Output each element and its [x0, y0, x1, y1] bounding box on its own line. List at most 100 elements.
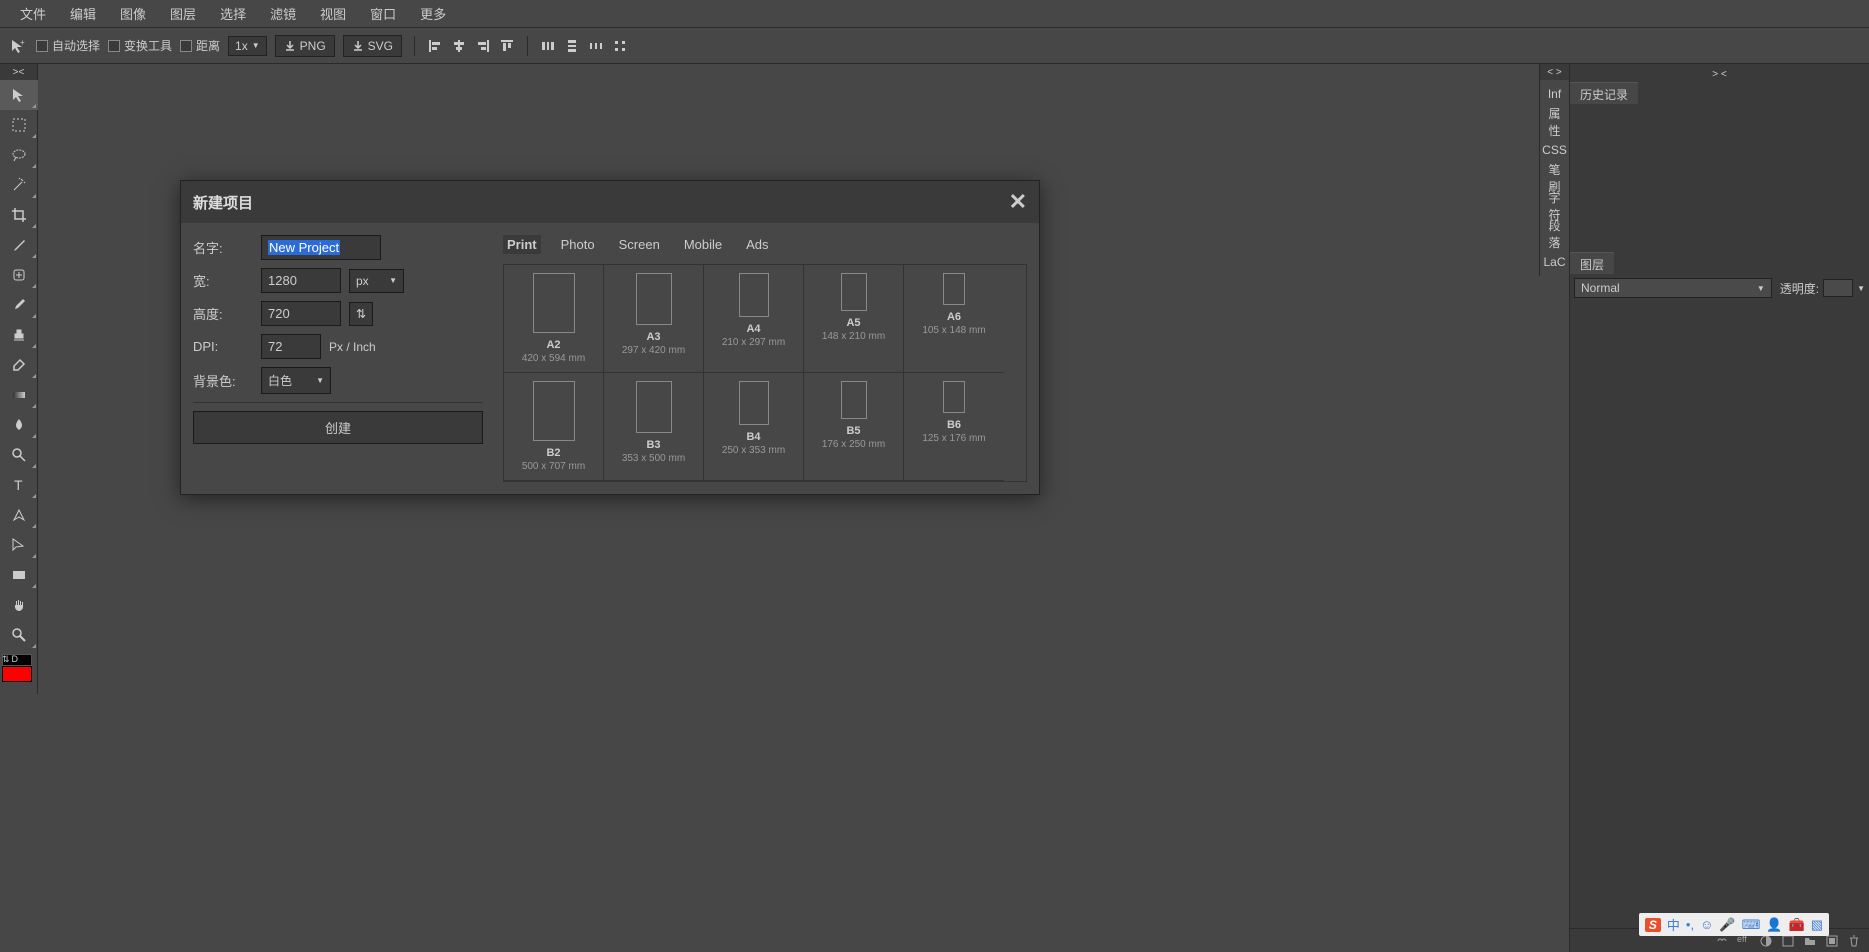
preset-b3[interactable]: B3353 x 500 mm: [604, 373, 704, 481]
gradient-tool[interactable]: [0, 380, 38, 410]
opacity-dropdown-icon[interactable]: ▼: [1857, 284, 1865, 293]
distribute-space-v-icon[interactable]: [612, 38, 628, 54]
blur-tool[interactable]: [0, 410, 38, 440]
dpi-input[interactable]: 72: [261, 334, 321, 359]
export-png-button[interactable]: PNG: [275, 35, 335, 57]
lasso-tool[interactable]: [0, 140, 38, 170]
delete-layer-icon[interactable]: [1847, 934, 1861, 948]
distance-checkbox[interactable]: 距离: [180, 37, 220, 54]
panel-tab-character[interactable]: 字符: [1540, 192, 1569, 220]
ime-lang[interactable]: 中: [1667, 915, 1680, 934]
ime-voice-icon[interactable]: 🎤: [1719, 917, 1735, 933]
panel-tab-info[interactable]: Inf: [1540, 80, 1569, 108]
hand-tool[interactable]: [0, 590, 38, 620]
preset-tab-mobile[interactable]: Mobile: [680, 235, 726, 254]
height-input[interactable]: 720: [261, 301, 341, 326]
path-select-tool[interactable]: [0, 530, 38, 560]
move-tool[interactable]: [0, 80, 38, 110]
dialog-title: 新建项目: [193, 192, 253, 213]
align-top-icon[interactable]: [499, 38, 515, 54]
history-panel-handle[interactable]: > <: [1570, 69, 1869, 80]
brush-tool[interactable]: [0, 290, 38, 320]
foreground-color-swatch[interactable]: [2, 666, 32, 682]
distribute-h-icon[interactable]: [540, 38, 556, 54]
distribute-space-h-icon[interactable]: [588, 38, 604, 54]
swap-dimensions-button[interactable]: ⇅: [349, 302, 373, 326]
preset-a6[interactable]: A6105 x 148 mm: [904, 265, 1004, 373]
width-input[interactable]: 1280: [261, 268, 341, 293]
ime-person-icon[interactable]: 👤: [1766, 917, 1782, 933]
distribute-v-icon[interactable]: [564, 38, 580, 54]
toolbar-collapse-handle[interactable]: ><: [0, 64, 37, 80]
ime-settings-icon[interactable]: ▧: [1811, 917, 1823, 933]
dialog-close-button[interactable]: ✕: [1009, 189, 1027, 215]
ime-keyboard-icon[interactable]: ⌨: [1742, 917, 1761, 933]
menu-layer[interactable]: 图层: [158, 0, 208, 27]
menu-file[interactable]: 文件: [8, 0, 58, 27]
ime-toolbox-icon[interactable]: 🧰: [1789, 917, 1805, 933]
preset-tab-print[interactable]: Print: [503, 235, 541, 254]
ime-bar[interactable]: S 中 •, ☺ 🎤 ⌨ 👤 🧰 ▧: [1639, 913, 1829, 936]
preset-a2[interactable]: A2420 x 594 mm: [504, 265, 604, 373]
color-swatches[interactable]: ⇅D: [0, 654, 38, 694]
panel-tab-properties[interactable]: 属性: [1540, 108, 1569, 136]
preset-a5[interactable]: A5148 x 210 mm: [804, 265, 904, 373]
preset-name: B5: [808, 425, 899, 437]
menu-view[interactable]: 视图: [308, 0, 358, 27]
menu-more[interactable]: 更多: [408, 0, 458, 27]
eyedropper-tool[interactable]: [0, 230, 38, 260]
preset-thumb: [636, 273, 672, 325]
eraser-tool[interactable]: [0, 350, 38, 380]
move-tool-icon: +: [8, 36, 28, 56]
ime-punct-icon[interactable]: •,: [1686, 917, 1694, 932]
auto-select-checkbox[interactable]: 自动选择: [36, 37, 100, 54]
preset-b4[interactable]: B4250 x 353 mm: [704, 373, 804, 481]
export-svg-button[interactable]: SVG: [343, 35, 402, 57]
preset-a4[interactable]: A4210 x 297 mm: [704, 265, 804, 373]
preset-b6[interactable]: B6125 x 176 mm: [904, 373, 1004, 481]
preset-name: A3: [608, 331, 699, 343]
crop-tool[interactable]: [0, 200, 38, 230]
text-tool[interactable]: T: [0, 470, 38, 500]
preset-tab-ads[interactable]: Ads: [742, 235, 772, 254]
magic-wand-tool[interactable]: [0, 170, 38, 200]
menu-window[interactable]: 窗口: [358, 0, 408, 27]
preset-a3[interactable]: A3297 x 420 mm: [604, 265, 704, 373]
menu-image[interactable]: 图像: [108, 0, 158, 27]
bg-dropdown[interactable]: 白色▼: [261, 367, 331, 394]
panel-tab-brush[interactable]: 笔刷: [1540, 164, 1569, 192]
marquee-tool[interactable]: [0, 110, 38, 140]
blend-mode-select[interactable]: Normal ▼: [1574, 278, 1772, 298]
preset-b5[interactable]: B5176 x 250 mm: [804, 373, 904, 481]
pen-tool[interactable]: [0, 500, 38, 530]
zoom-dropdown[interactable]: 1x▼: [228, 36, 267, 56]
unit-dropdown[interactable]: px▼: [349, 269, 404, 293]
stamp-tool[interactable]: [0, 320, 38, 350]
swap-colors-icon[interactable]: ⇅: [2, 654, 10, 665]
name-input[interactable]: New Project: [261, 235, 381, 260]
panel-tab-css[interactable]: CSS: [1540, 136, 1569, 164]
shape-tool[interactable]: [0, 560, 38, 590]
preset-b2[interactable]: B2500 x 707 mm: [504, 373, 604, 481]
dodge-tool[interactable]: [0, 440, 38, 470]
history-tab[interactable]: 历史记录: [1570, 82, 1638, 106]
right-tabs-handle[interactable]: < >: [1540, 64, 1569, 80]
zoom-tool[interactable]: [0, 620, 38, 650]
menu-edit[interactable]: 编辑: [58, 0, 108, 27]
preset-tab-photo[interactable]: Photo: [557, 235, 599, 254]
align-left-icon[interactable]: [427, 38, 443, 54]
menu-filter[interactable]: 滤镜: [258, 0, 308, 27]
ime-emoji-icon[interactable]: ☺: [1700, 917, 1713, 932]
panel-tab-lac[interactable]: LaC: [1540, 248, 1569, 276]
preset-tab-screen[interactable]: Screen: [615, 235, 664, 254]
transform-checkbox[interactable]: 变换工具: [108, 37, 172, 54]
create-button[interactable]: 创建: [193, 411, 483, 444]
align-center-h-icon[interactable]: [451, 38, 467, 54]
panel-tab-paragraph[interactable]: 段落: [1540, 220, 1569, 248]
opacity-input[interactable]: [1823, 279, 1853, 297]
menu-select[interactable]: 选择: [208, 0, 258, 27]
align-right-icon[interactable]: [475, 38, 491, 54]
healing-tool[interactable]: [0, 260, 38, 290]
layers-tab[interactable]: 图层: [1570, 252, 1614, 276]
default-colors-icon[interactable]: D: [12, 654, 19, 665]
